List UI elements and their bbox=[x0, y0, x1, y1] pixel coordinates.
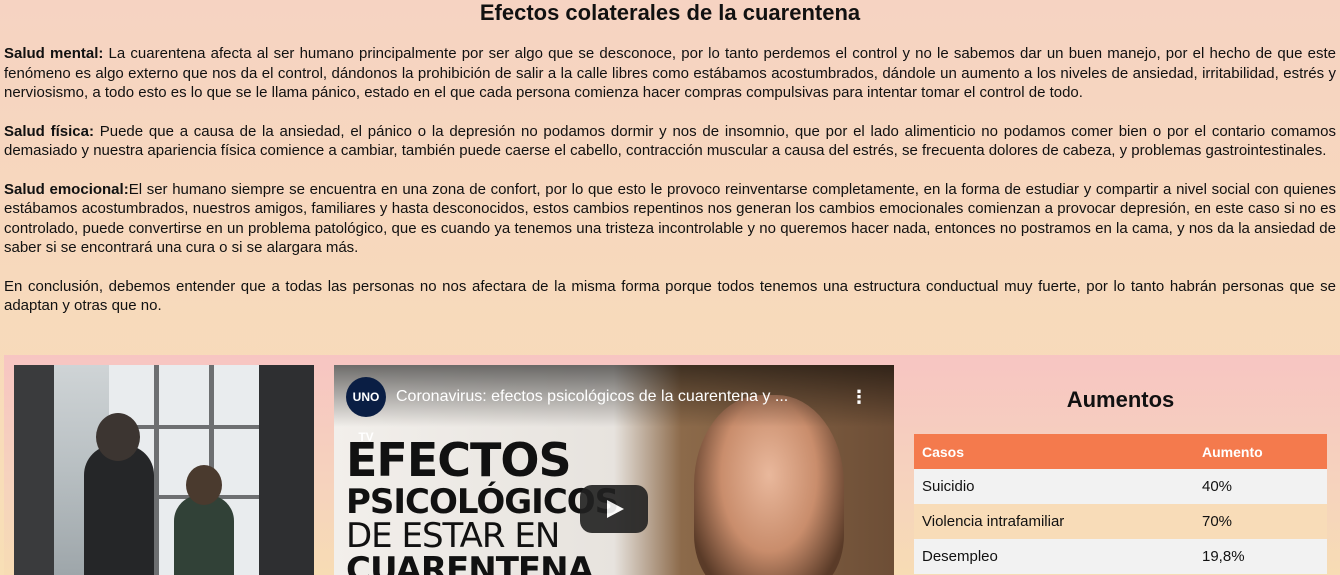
page: Efectos colaterales de la cuarentena Sal… bbox=[0, 0, 1340, 316]
table-row: Suicidio 40% bbox=[914, 469, 1327, 504]
paragraph-text: En conclusión, debemos entender que a to… bbox=[4, 277, 1336, 315]
paragraph-text: El ser humano siempre se encuentra en un… bbox=[4, 180, 1336, 257]
table-row: Violencia intrafamiliar 70% bbox=[914, 504, 1327, 539]
cell-caso: Desempleo bbox=[914, 539, 1194, 574]
thumbnail-text: CUARENTENA bbox=[346, 550, 594, 575]
photo-door-right bbox=[259, 365, 314, 575]
paragraph-label: Salud mental: bbox=[4, 45, 104, 62]
column-header-aumento: Aumento bbox=[1194, 434, 1327, 469]
video-title-link[interactable]: Coronavirus: efectos psicológicos de la … bbox=[396, 387, 846, 407]
photo-child-girl bbox=[174, 495, 234, 575]
column-header-casos: Casos bbox=[914, 434, 1194, 469]
table-row: Desempleo 19,8% bbox=[914, 539, 1327, 574]
paragraph-label: Salud emocional: bbox=[4, 180, 129, 198]
paragraph-text: Puede que a causa de la ansiedad, el pán… bbox=[4, 122, 1336, 160]
thumbnail-text: EFECTOS bbox=[346, 433, 572, 487]
paragraph-label: Salud física: bbox=[4, 122, 94, 140]
aumentos-section: Aumentos Casos Aumento Suicidio 40% Viol… bbox=[914, 355, 1327, 574]
paragraph-text: La cuarentena afecta al ser humano princ… bbox=[4, 45, 1336, 101]
play-icon[interactable] bbox=[580, 485, 648, 533]
channel-logo[interactable]: UNO TV bbox=[346, 377, 386, 444]
cell-aumento: 70% bbox=[1194, 504, 1327, 539]
paragraph-salud-fisica: Salud física: Puede que a causa de la an… bbox=[4, 122, 1336, 161]
cell-caso: Violencia intrafamiliar bbox=[914, 504, 1194, 539]
photo-child-boy-head bbox=[96, 413, 140, 461]
children-window-photo bbox=[14, 365, 314, 575]
cell-caso: Suicidio bbox=[914, 469, 1194, 504]
table-title: Aumentos bbox=[1066, 387, 1175, 412]
media-section: EFECTOS PSICOLÓGICOS DE ESTAR EN CUARENT… bbox=[4, 355, 1340, 575]
photo-door-left bbox=[14, 365, 54, 575]
paragraph-salud-emocional: Salud emocional:El ser humano siempre se… bbox=[4, 180, 1336, 258]
youtube-video-embed[interactable]: EFECTOS PSICOLÓGICOS DE ESTAR EN CUARENT… bbox=[334, 365, 894, 575]
cell-aumento: 19,8% bbox=[1194, 539, 1327, 574]
photo-child-boy bbox=[84, 445, 154, 575]
paragraph-salud-mental: Salud mental: La cuarentena afecta al se… bbox=[4, 44, 1336, 103]
table-header-row: Casos Aumento bbox=[914, 434, 1327, 469]
aumentos-table: Casos Aumento Suicidio 40% Violencia int… bbox=[914, 434, 1327, 574]
cell-aumento: 40% bbox=[1194, 469, 1327, 504]
page-title: Efectos colaterales de la cuarentena bbox=[479, 0, 861, 25]
photo-child-girl-head bbox=[186, 465, 222, 505]
photo-mullion bbox=[154, 365, 159, 575]
more-vert-icon[interactable]: ⋮ bbox=[850, 385, 868, 409]
paragraph-conclusion: En conclusión, debemos entender que a to… bbox=[4, 277, 1336, 316]
